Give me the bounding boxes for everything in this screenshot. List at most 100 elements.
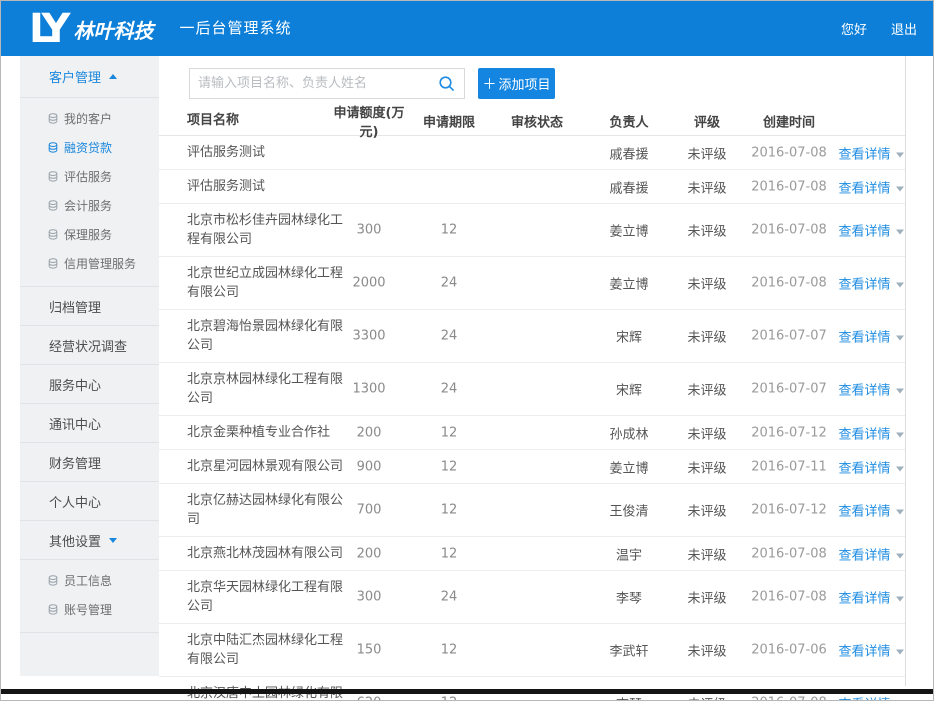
header-user-area: 您好 退出 [841, 19, 917, 38]
view-details-link[interactable]: 查看详情 [838, 181, 890, 196]
caret-down-icon[interactable] [896, 186, 904, 191]
search-icon[interactable] [438, 75, 464, 93]
col-header-term: 申请期限 [421, 111, 477, 130]
term-value: 12 [421, 425, 477, 440]
coin-stack-icon [48, 229, 58, 240]
window-bottom-edge [1, 689, 933, 694]
view-details-link[interactable]: 查看详情 [838, 505, 890, 520]
search-input[interactable] [190, 69, 438, 98]
caret-down-icon[interactable] [896, 510, 904, 515]
app-window: LY 林叶科技 一后台管理系统 您好 退出 客户管理我的客户融资贷款评估服务会计… [0, 0, 934, 701]
rating-value: 未评级 [674, 544, 740, 563]
owner-value: 姜立博 [589, 274, 669, 293]
project-name: 北京金栗种植专业合作社 [187, 416, 349, 449]
owner-value: 宋辉 [589, 327, 669, 346]
sidebar-group: 其他设置员工信息账号管理 [20, 521, 159, 633]
amount-value: 3300 [329, 329, 409, 344]
table-row: 北京世纪立成园林绿化工程有限公司 2000 24 姜立博 未评级 2016-07… [159, 257, 905, 310]
view-details-link[interactable]: 查看详情 [838, 278, 890, 293]
project-name: 评估服务测试 [187, 170, 349, 203]
caret-down-icon [109, 538, 117, 543]
sidebar-item-label: 通讯中心 [49, 414, 101, 433]
sidebar-subitem-label: 信用管理服务 [64, 255, 136, 272]
sidebar-item-3[interactable]: 服务中心 [20, 365, 159, 403]
project-name: 北京亿赫达园林绿化有限公司 [187, 484, 349, 536]
project-name: 北京燕北林茂园林有限公司 [187, 537, 349, 570]
action-cell: 查看详情 [835, 177, 907, 196]
sidebar-group: 客户管理我的客户融资贷款评估服务会计服务保理服务信用管理服务 [20, 56, 159, 287]
search-box [189, 68, 465, 99]
caret-down-icon[interactable] [896, 152, 904, 157]
sidebar-subitem-0-4[interactable]: 保理服务 [20, 220, 159, 249]
rating-value: 未评级 [674, 177, 740, 196]
term-value: 24 [421, 590, 477, 605]
sidebar-group: 通讯中心 [20, 404, 159, 443]
caret-down-icon[interactable] [896, 432, 904, 437]
logout-link[interactable]: 退出 [891, 19, 917, 38]
sidebar-item-0[interactable]: 客户管理 [20, 56, 159, 97]
sidebar-subitem-label: 员工信息 [64, 572, 112, 589]
view-details-link[interactable]: 查看详情 [838, 225, 890, 240]
owner-value: 温宇 [589, 544, 669, 563]
sidebar-subitem-0-0[interactable]: 我的客户 [20, 104, 159, 133]
sidebar-group: 服务中心 [20, 365, 159, 404]
term-value: 12 [421, 696, 477, 701]
sidebar-subitem-7-0[interactable]: 员工信息 [20, 566, 159, 595]
caret-down-icon[interactable] [896, 230, 904, 235]
sidebar-item-1[interactable]: 归档管理 [20, 287, 159, 325]
sidebar-submenu: 员工信息账号管理 [20, 559, 159, 632]
caret-down-icon[interactable] [896, 466, 904, 471]
sidebar-item-6[interactable]: 个人中心 [20, 482, 159, 520]
sidebar-item-5[interactable]: 财务管理 [20, 443, 159, 481]
sidebar-item-7[interactable]: 其他设置 [20, 521, 159, 559]
coin-stack-icon [48, 171, 58, 182]
greeting-label: 您好 [841, 19, 867, 38]
caret-down-icon[interactable] [896, 553, 904, 558]
action-cell: 查看详情 [835, 380, 907, 399]
sidebar-item-label: 归档管理 [49, 297, 101, 316]
col-header-created: 创建时间 [749, 111, 829, 130]
view-details-link[interactable]: 查看详情 [838, 384, 890, 399]
caret-down-icon[interactable] [896, 650, 904, 655]
top-header: LY 林叶科技 一后台管理系统 您好 退出 [1, 1, 933, 56]
sidebar-nav: 客户管理我的客户融资贷款评估服务会计服务保理服务信用管理服务归档管理经营状况调查… [20, 56, 159, 676]
table-row: 北京金栗种植专业合作社 200 12 孙成林 未评级 2016-07-12 查看… [159, 416, 905, 450]
coin-stack-icon [48, 113, 58, 124]
caret-down-icon[interactable] [896, 283, 904, 288]
view-details-link[interactable]: 查看详情 [838, 645, 890, 660]
add-project-button[interactable]: ＋ 添加项目 [478, 68, 555, 99]
sidebar-submenu: 我的客户融资贷款评估服务会计服务保理服务信用管理服务 [20, 97, 159, 286]
caret-down-icon[interactable] [896, 597, 904, 602]
amount-value: 300 [329, 590, 409, 605]
view-details-link[interactable]: 查看详情 [838, 592, 890, 607]
toolbar: ＋ 添加项目 [159, 56, 905, 106]
view-details-link[interactable]: 查看详情 [838, 427, 890, 442]
sidebar-item-2[interactable]: 经营状况调查 [20, 326, 159, 364]
caret-down-icon[interactable] [896, 336, 904, 341]
table-row: 北京碧海怡景园林绿化有限公司 3300 24 宋辉 未评级 2016-07-07… [159, 310, 905, 363]
sidebar-subitem-0-2[interactable]: 评估服务 [20, 162, 159, 191]
owner-value: 姜立博 [589, 221, 669, 240]
view-details-link[interactable]: 查看详情 [838, 698, 890, 701]
sidebar-subitem-label: 我的客户 [64, 110, 112, 127]
project-name: 评估服务测试 [187, 136, 349, 169]
view-details-link[interactable]: 查看详情 [838, 331, 890, 346]
sidebar-subitem-7-1[interactable]: 账号管理 [20, 595, 159, 624]
rating-value: 未评级 [674, 694, 740, 701]
owner-value: 李琴 [589, 694, 669, 701]
table-row: 评估服务测试 戚春援 未评级 2016-07-08 查看详情 [159, 170, 905, 204]
caret-down-icon[interactable] [896, 389, 904, 394]
sidebar-subitem-0-1[interactable]: 融资贷款 [20, 133, 159, 162]
sidebar-item-4[interactable]: 通讯中心 [20, 404, 159, 442]
view-details-link[interactable]: 查看详情 [838, 147, 890, 162]
owner-value: 戚春援 [589, 143, 669, 162]
sidebar-item-label: 个人中心 [49, 492, 101, 511]
view-details-link[interactable]: 查看详情 [838, 461, 890, 476]
sidebar-subitem-0-5[interactable]: 信用管理服务 [20, 249, 159, 278]
rating-value: 未评级 [674, 423, 740, 442]
sidebar-subitem-0-3[interactable]: 会计服务 [20, 191, 159, 220]
created-date: 2016-07-08 [749, 590, 829, 605]
amount-value: 200 [329, 546, 409, 561]
view-details-link[interactable]: 查看详情 [838, 548, 890, 563]
col-header-amount: 申请额度(万元) [329, 102, 409, 140]
